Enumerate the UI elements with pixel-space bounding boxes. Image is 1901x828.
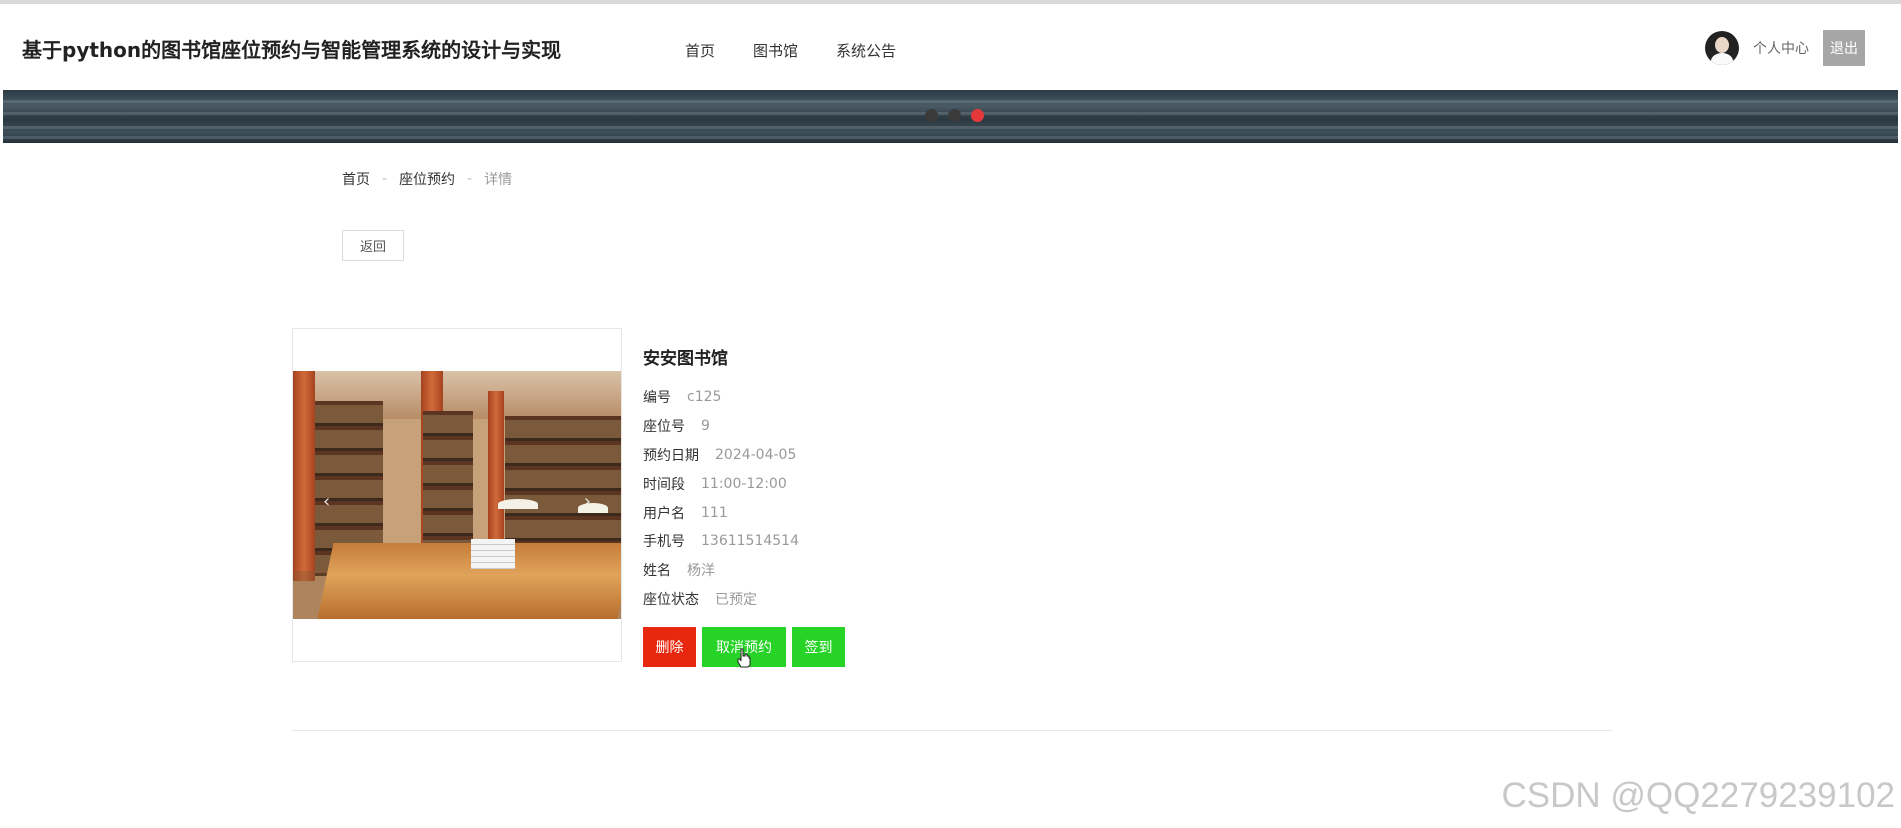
detail-row-seat: 座位号 9	[643, 412, 799, 441]
detail-row-username: 用户名 111	[643, 498, 799, 527]
carousel-dot-3[interactable]	[971, 109, 984, 122]
photo-books	[471, 539, 515, 569]
field-label: 编号	[643, 390, 671, 407]
field-label: 手机号	[643, 534, 685, 551]
banner-wave	[3, 136, 1898, 139]
back-button[interactable]: 返回	[342, 230, 404, 261]
field-label: 姓名	[643, 563, 671, 580]
breadcrumb-separator: -	[467, 171, 473, 187]
breadcrumb-separator: -	[382, 171, 388, 187]
field-value: 9	[701, 418, 710, 435]
banner-carousel	[3, 90, 1898, 143]
library-name: 安安图书馆	[643, 349, 728, 369]
avatar-face-shape	[1715, 37, 1729, 53]
field-value: 已预定	[715, 591, 757, 608]
top-navbar: 基于python的图书馆座位预约与智能管理系统的设计与实现 首页 图书馆 系统公…	[0, 0, 1901, 90]
field-label: 预约日期	[643, 447, 699, 464]
field-value: 111	[701, 504, 728, 521]
photo-shelf	[423, 411, 473, 561]
carousel-dot-1[interactable]	[925, 109, 938, 122]
nav-item-library[interactable]: 图书馆	[753, 40, 798, 61]
banner-wave	[3, 100, 1898, 103]
logout-button[interactable]: 退出	[1823, 30, 1865, 66]
chevron-right-icon[interactable]: ›	[584, 491, 591, 512]
reservation-detail: 安安图书馆 编号 c125 座位号 9 预约日期 2024-04-05 时间段 …	[643, 344, 799, 613]
avatar-body-shape	[1711, 53, 1733, 65]
banner-wave	[3, 126, 1898, 129]
site-title: 基于python的图书馆座位预约与智能管理系统的设计与实现	[22, 38, 562, 62]
main-nav: 首页 图书馆 系统公告	[685, 40, 934, 61]
field-label: 座位状态	[643, 591, 699, 608]
photo-pillar	[293, 371, 315, 581]
breadcrumb-current: 详情	[484, 172, 513, 188]
chevron-left-icon[interactable]: ‹	[323, 491, 330, 512]
nav-item-announcements[interactable]: 系统公告	[836, 40, 896, 61]
photo-shelf	[505, 416, 621, 556]
field-value: c125	[687, 389, 722, 406]
user-center-link[interactable]: 个人中心	[1753, 38, 1809, 58]
csdn-watermark: CSDN @QQ2279239102	[1501, 776, 1895, 815]
field-label: 座位号	[643, 419, 685, 436]
detail-row-time-slot: 时间段 11:00-12:00	[643, 469, 799, 498]
hand-cursor-icon	[737, 648, 751, 668]
user-area: 个人中心 退出	[1705, 30, 1865, 66]
field-value: 13611514514	[701, 533, 799, 550]
breadcrumb: 首页 - 座位预约 - 详情	[342, 169, 512, 189]
detail-row-date: 预约日期 2024-04-05	[643, 441, 799, 470]
delete-button[interactable]: 删除	[643, 627, 696, 667]
detail-row-seat-status: 座位状态 已预定	[643, 585, 799, 614]
section-divider	[292, 730, 1612, 731]
photo-lamp	[578, 503, 608, 513]
field-label: 时间段	[643, 476, 685, 493]
carousel-dot-2[interactable]	[948, 109, 961, 122]
avatar[interactable]	[1705, 31, 1739, 65]
field-value: 杨洋	[687, 563, 715, 580]
detail-row-id: 编号 c125	[643, 383, 799, 412]
field-value: 2024-04-05	[715, 446, 797, 463]
check-in-button[interactable]: 签到	[792, 627, 845, 667]
nav-item-home[interactable]: 首页	[685, 40, 715, 61]
carousel-indicators	[925, 109, 984, 122]
library-image-card: ‹ ›	[292, 328, 622, 662]
detail-row-name: 姓名 杨洋	[643, 556, 799, 585]
detail-row-phone: 手机号 13611514514	[643, 527, 799, 556]
breadcrumb-home[interactable]: 首页	[342, 169, 370, 189]
library-photo: ‹ ›	[293, 371, 621, 619]
breadcrumb-seat-reservation[interactable]: 座位预约	[399, 169, 455, 189]
photo-lamp	[498, 499, 538, 509]
field-value: 11:00-12:00	[701, 475, 787, 492]
photo-table	[316, 543, 621, 619]
field-label: 用户名	[643, 505, 685, 522]
